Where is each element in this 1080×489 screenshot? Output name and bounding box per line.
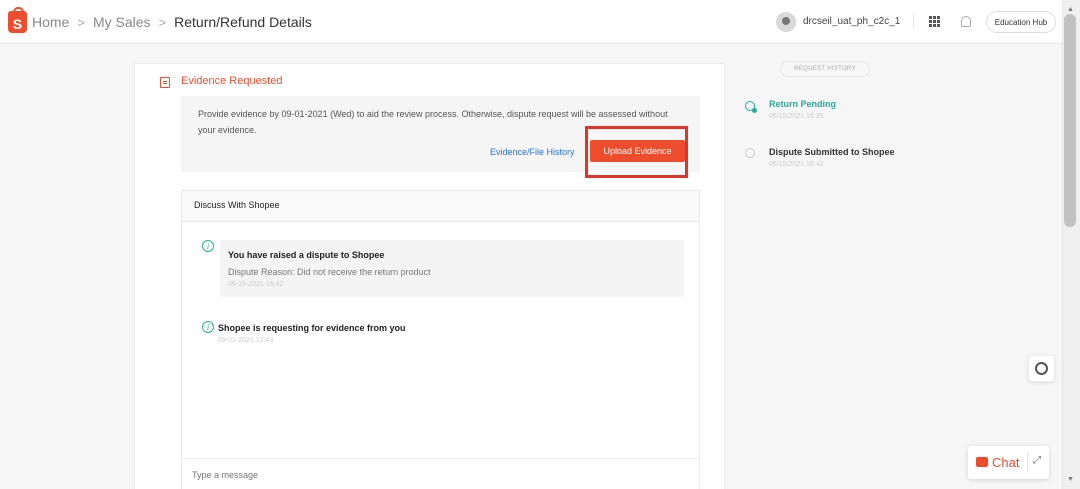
scroll-down-icon[interactable]: ▼ [1067, 476, 1074, 483]
apps-grid-icon[interactable] [929, 16, 940, 27]
chat-label[interactable]: Chat [992, 455, 1019, 470]
upload-evidence-button[interactable]: Upload Evidence [590, 140, 685, 162]
evidence-history-link[interactable]: Evidence/File History [490, 147, 575, 157]
message-title: You have raised a dispute to Shopee [228, 250, 384, 260]
status-active-icon [745, 101, 755, 111]
avatar[interactable] [776, 12, 796, 32]
divider [1027, 452, 1028, 472]
divider [181, 458, 700, 459]
chevron-right-icon: > [159, 15, 167, 30]
username[interactable]: drcseil_uat_ph_c2c_1 [803, 16, 900, 27]
message-time: 09-01-2021 12:43 [218, 337, 273, 344]
status-inactive-icon [745, 148, 755, 158]
history-item-time: 06/15/2021 16:42 [769, 161, 824, 168]
education-hub-button[interactable]: Education Hub [986, 11, 1056, 33]
message-input[interactable] [192, 470, 692, 480]
document-icon [160, 77, 170, 88]
evidence-title: Evidence Requested [181, 75, 283, 87]
request-history-label: REQUEST HISTORY [780, 61, 870, 77]
breadcrumb-my-sales[interactable]: My Sales [93, 14, 151, 30]
scrollbar-thumb[interactable] [1064, 14, 1076, 227]
message-reason: Dispute Reason: Did not receive the retu… [228, 267, 431, 277]
info-icon: i [202, 321, 214, 333]
history-item-title: Dispute Submitted to Shopee [769, 147, 895, 157]
breadcrumb-home[interactable]: Home [32, 14, 69, 30]
breadcrumb: Home > My Sales > Return/Refund Details [32, 14, 312, 30]
info-icon: i [202, 240, 214, 252]
breadcrumb-current: Return/Refund Details [174, 14, 312, 30]
shopee-logo[interactable]: S [8, 11, 27, 33]
divider [913, 14, 914, 30]
history-item-title: Return Pending [769, 99, 836, 109]
scroll-up-icon[interactable]: ▲ [1067, 6, 1074, 13]
history-item-time: 06/15/2021 16:35 [769, 113, 824, 120]
bell-icon[interactable] [961, 16, 971, 27]
headset-icon [1035, 362, 1048, 375]
support-button[interactable] [1028, 355, 1055, 382]
chevron-right-icon: > [77, 15, 85, 30]
discussion-title: Discuss With Shopee [194, 200, 280, 210]
message-title: Shopee is requesting for evidence from y… [218, 323, 406, 333]
chat-icon [976, 457, 988, 467]
expand-icon[interactable]: ⤢ [1033, 455, 1041, 466]
message-time: 06-15-2021 16:42 [228, 281, 283, 288]
